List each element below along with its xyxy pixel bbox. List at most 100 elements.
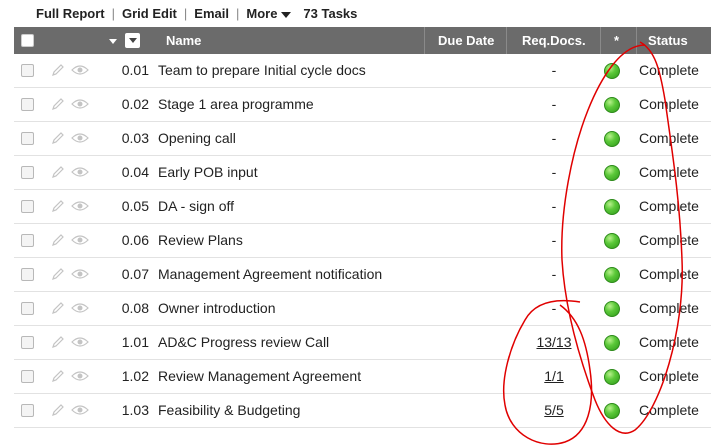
row-checkbox[interactable] [21, 64, 34, 77]
status-dot-icon [604, 131, 620, 147]
pencil-icon[interactable] [51, 403, 65, 417]
req-docs-value: - [551, 130, 557, 146]
task-name[interactable]: Feasibility & Budgeting [158, 394, 300, 426]
task-number: 1.02 [121, 368, 149, 384]
eye-icon[interactable] [71, 200, 89, 212]
pencil-icon[interactable] [51, 165, 65, 179]
row-checkbox[interactable] [21, 166, 34, 179]
task-number: 0.01 [121, 62, 149, 78]
pencil-icon[interactable] [51, 233, 65, 247]
status-dot-icon [604, 199, 620, 215]
row-checkbox[interactable] [21, 404, 34, 417]
toolbar-separator: | [111, 6, 115, 21]
row-checkbox[interactable] [21, 302, 34, 315]
pencil-icon[interactable] [51, 301, 65, 315]
status-text: Complete [639, 232, 699, 248]
status-dot-icon [604, 165, 620, 181]
status-dot-icon [604, 335, 620, 351]
pencil-icon[interactable] [51, 369, 65, 383]
task-name[interactable]: Review Plans [158, 224, 243, 256]
eye-icon[interactable] [71, 166, 89, 178]
table-row[interactable]: 1.01 AD&C Progress review Call 13/13 Com… [14, 326, 711, 360]
column-menu-icon[interactable] [125, 33, 140, 48]
status-text: Complete [639, 266, 699, 282]
eye-icon[interactable] [71, 234, 89, 246]
header-req-docs[interactable]: Req.Docs. [522, 27, 586, 54]
pencil-icon[interactable] [51, 97, 65, 111]
toolbar: Full Report | Grid Edit | Email | More 7… [0, 0, 717, 27]
task-number: 0.03 [121, 130, 149, 146]
grid-edit-link[interactable]: Grid Edit [122, 6, 177, 21]
task-number: 0.04 [121, 164, 149, 180]
status-dot-icon [604, 267, 620, 283]
eye-icon[interactable] [71, 268, 89, 280]
status-text: Complete [639, 130, 699, 146]
table-row[interactable]: 0.08 Owner introduction - Complete [14, 292, 711, 326]
row-checkbox[interactable] [21, 268, 34, 281]
task-number: 1.01 [121, 334, 149, 350]
status-dot-icon [604, 63, 620, 79]
task-name[interactable]: DA - sign off [158, 190, 234, 222]
row-checkbox[interactable] [21, 200, 34, 213]
status-text: Complete [639, 198, 699, 214]
eye-icon[interactable] [71, 64, 89, 76]
task-name[interactable]: Review Management Agreement [158, 360, 361, 392]
eye-icon[interactable] [71, 132, 89, 144]
task-name[interactable]: Team to prepare Initial cycle docs [158, 54, 366, 86]
pencil-icon[interactable] [51, 131, 65, 145]
table-row[interactable]: 1.02 Review Management Agreement 1/1 Com… [14, 360, 711, 394]
task-name[interactable]: Early POB input [158, 156, 258, 188]
eye-icon[interactable] [71, 370, 89, 382]
row-checkbox[interactable] [21, 132, 34, 145]
pencil-icon[interactable] [51, 63, 65, 77]
status-dot-icon [604, 369, 620, 385]
task-name[interactable]: AD&C Progress review Call [158, 326, 329, 358]
column-divider [600, 27, 601, 54]
select-all-checkbox[interactable] [21, 34, 34, 47]
pencil-icon[interactable] [51, 267, 65, 281]
task-count: 73 Tasks [303, 6, 358, 21]
full-report-link[interactable]: Full Report [36, 6, 105, 21]
header-name[interactable]: Name [166, 27, 201, 54]
task-number: 0.06 [121, 232, 149, 248]
table-row[interactable]: 0.06 Review Plans - Complete [14, 224, 711, 258]
header-due-date[interactable]: Due Date [438, 27, 494, 54]
table-row[interactable]: 0.05 DA - sign off - Complete [14, 190, 711, 224]
eye-icon[interactable] [71, 302, 89, 314]
header-status[interactable]: Status [648, 27, 688, 54]
task-number: 1.03 [121, 402, 149, 418]
table-row[interactable]: 1.03 Feasibility & Budgeting 5/5 Complet… [14, 394, 711, 428]
table-row[interactable]: 0.04 Early POB input - Complete [14, 156, 711, 190]
req-docs-link[interactable]: 1/1 [507, 360, 601, 392]
chevron-down-icon[interactable] [109, 39, 117, 44]
more-menu[interactable]: More [246, 6, 292, 21]
pencil-icon[interactable] [51, 335, 65, 349]
toolbar-separator: | [183, 6, 188, 21]
eye-icon[interactable] [71, 98, 89, 110]
table-row[interactable]: 0.07 Management Agreement notification -… [14, 258, 711, 292]
table-row[interactable]: 0.01 Team to prepare Initial cycle docs … [14, 54, 711, 88]
task-name[interactable]: Opening call [158, 122, 236, 154]
table-row[interactable]: 0.03 Opening call - Complete [14, 122, 711, 156]
task-name[interactable]: Stage 1 area programme [158, 88, 314, 120]
row-checkbox[interactable] [21, 336, 34, 349]
eye-icon[interactable] [71, 404, 89, 416]
row-checkbox[interactable] [21, 370, 34, 383]
req-docs-value: - [551, 266, 557, 282]
req-docs-link[interactable]: 13/13 [507, 326, 601, 358]
row-checkbox[interactable] [21, 234, 34, 247]
eye-icon[interactable] [71, 336, 89, 348]
req-docs-link[interactable]: 5/5 [507, 394, 601, 426]
task-number: 0.08 [121, 300, 149, 316]
toolbar-separator: | [235, 6, 240, 21]
task-name[interactable]: Management Agreement notification [158, 258, 382, 290]
pencil-icon[interactable] [51, 199, 65, 213]
header-star[interactable]: * [614, 27, 619, 54]
email-link[interactable]: Email [194, 6, 229, 21]
table-row[interactable]: 0.02 Stage 1 area programme - Complete [14, 88, 711, 122]
task-name[interactable]: Owner introduction [158, 292, 276, 324]
status-text: Complete [639, 96, 699, 112]
caret-down-icon [281, 11, 292, 18]
row-checkbox[interactable] [21, 98, 34, 111]
req-docs-value: - [551, 198, 557, 214]
